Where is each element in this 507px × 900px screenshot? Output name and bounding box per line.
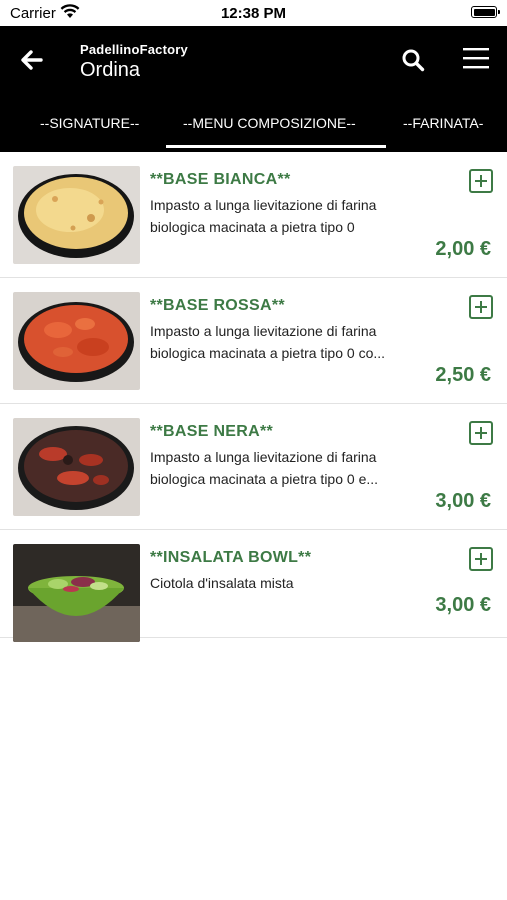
product-description: Impasto a lunga lievitazione di farina b…: [150, 446, 400, 490]
menu-button[interactable]: [458, 44, 494, 76]
description-line: Impasto a lunga lievitazione di farina: [150, 323, 377, 339]
product-row[interactable]: **BASE ROSSA** Impasto a lunga lievitazi…: [0, 278, 507, 404]
add-to-cart-button[interactable]: [469, 169, 493, 193]
description-line: Impasto a lunga lievitazione di farina: [150, 197, 377, 213]
search-icon: [401, 48, 425, 77]
header-titles: PadellinoFactory Ordina: [80, 42, 188, 82]
restaurant-name: PadellinoFactory: [80, 42, 188, 57]
page-title: Ordina: [80, 59, 141, 81]
product-price: 3,00 €: [435, 594, 491, 616]
product-price: 3,00 €: [435, 490, 491, 512]
arrow-left-icon: [21, 49, 43, 75]
red-pizza-base-image: [13, 292, 140, 390]
search-button[interactable]: [395, 46, 431, 78]
product-name: **BASE NERA**: [150, 423, 274, 440]
description-line: biologica macinata a pietra tipo 0 co...: [150, 345, 386, 361]
add-to-cart-button[interactable]: [469, 295, 493, 319]
description-line: biologica macinata a pietra tipo 0 e...: [150, 471, 379, 487]
product-name: **BASE BIANCA**: [150, 171, 291, 188]
category-tabs: --SIGNATURE-- --MENU COMPOSIZIONE-- --FA…: [0, 108, 507, 152]
battery-icon: [471, 6, 500, 18]
product-list: **BASE BIANCA** Impasto a lunga lievitaz…: [0, 152, 507, 642]
back-button[interactable]: [14, 44, 50, 80]
status-bar: Carrier 12:38 PM: [0, 0, 507, 26]
product-row[interactable]: **INSALATA BOWL** Ciotola d'insalata mis…: [0, 530, 507, 642]
tab-farinata[interactable]: --FARINATA-: [403, 108, 483, 152]
add-to-cart-button[interactable]: [469, 421, 493, 445]
product-description: Impasto a lunga lievitazione di farina b…: [150, 194, 400, 238]
clock: 12:38 PM: [220, 5, 287, 22]
black-pizza-base-image: [13, 418, 140, 516]
product-price: 2,50 €: [435, 364, 491, 386]
tab-signature[interactable]: --SIGNATURE--: [40, 108, 139, 152]
selected-tab-indicator: [166, 145, 386, 148]
product-name: **BASE ROSSA**: [150, 297, 285, 314]
product-row[interactable]: **BASE BIANCA** Impasto a lunga lievitaz…: [0, 152, 507, 278]
hamburger-menu-icon: [463, 47, 489, 74]
white-pizza-base-image: [13, 166, 140, 264]
description-line: biologica macinata a pietra tipo 0: [150, 219, 355, 235]
salad-bowl-image: [13, 544, 140, 642]
description-line: Ciotola d'insalata mista: [150, 575, 294, 591]
product-row[interactable]: **BASE NERA** Impasto a lunga lievitazio…: [0, 404, 507, 530]
product-description: Ciotola d'insalata mista: [150, 572, 400, 594]
product-description: Impasto a lunga lievitazione di farina b…: [150, 320, 400, 364]
app-header: PadellinoFactory Ordina --SIGNATURE-- --…: [0, 26, 507, 152]
add-to-cart-button[interactable]: [469, 547, 493, 571]
product-name: **INSALATA BOWL**: [150, 549, 312, 566]
product-price: 2,00 €: [435, 238, 491, 260]
description-line: Impasto a lunga lievitazione di farina: [150, 449, 377, 465]
